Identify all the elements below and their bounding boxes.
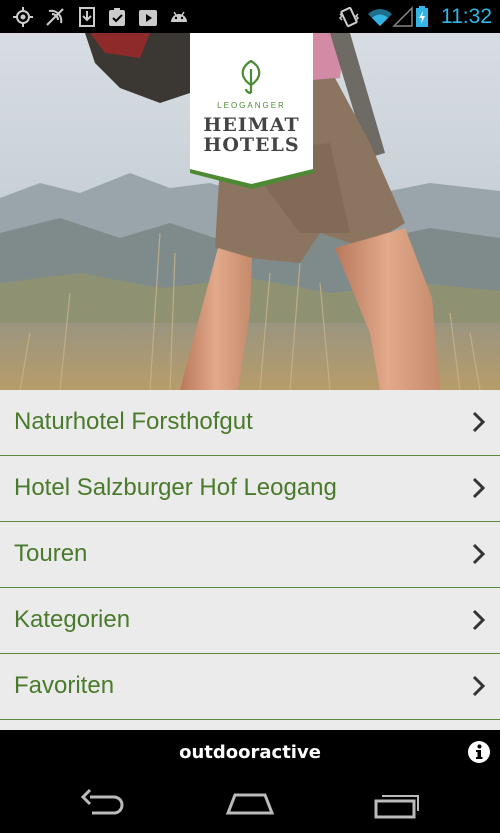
hero-image: LEOGANGER HEIMAT HOTELS <box>0 33 500 390</box>
outdooractive-brand: outdooractive <box>179 742 321 763</box>
recent-apps-icon[interactable] <box>372 787 422 821</box>
nfc-icon <box>46 8 64 26</box>
footer-bar: outdooractive <box>0 730 500 775</box>
home-icon[interactable] <box>225 787 275 821</box>
menu-item-label: Naturhotel Forsthofgut <box>14 408 253 435</box>
chevron-right-icon <box>472 543 486 565</box>
logo-badge: LEOGANGER HEIMAT HOTELS <box>190 33 313 191</box>
menu-list: Naturhotel Forsthofgut Hotel Salzburger … <box>0 390 500 730</box>
clock: 11:32 <box>441 5 492 28</box>
navigation-bar <box>0 775 500 833</box>
download-icon <box>79 7 95 27</box>
menu-item-label: Favoriten <box>14 672 115 699</box>
status-bar: 11:32 <box>0 0 500 33</box>
menu-item-kategorien[interactable]: Kategorien <box>0 588 500 654</box>
menu-item-hotel-salzburger-hof[interactable]: Hotel Salzburger Hof Leogang <box>0 456 500 522</box>
menu-item-naturhotel-forsthofgut[interactable]: Naturhotel Forsthofgut <box>0 390 500 456</box>
chevron-right-icon <box>472 609 486 631</box>
menu-item-label: Touren <box>14 540 88 567</box>
play-store-icon <box>139 10 157 26</box>
gps-icon <box>13 7 33 27</box>
chevron-right-icon <box>472 675 486 697</box>
logo-shield <box>190 33 313 189</box>
clipboard-check-icon <box>109 8 125 26</box>
android-icon <box>171 11 187 22</box>
back-icon[interactable] <box>78 787 128 821</box>
info-icon[interactable] <box>468 741 490 763</box>
logo-title-line2: HOTELS <box>203 134 300 156</box>
chevron-right-icon <box>472 477 486 499</box>
menu-item-favoriten[interactable]: Favoriten <box>0 654 500 720</box>
vibrate-icon <box>338 6 360 28</box>
wifi-icon <box>368 9 392 26</box>
signal-icon <box>392 6 413 27</box>
leaf-icon <box>241 59 261 95</box>
logo-title-line1: HEIMAT <box>203 114 300 136</box>
battery-charging-icon <box>416 6 428 27</box>
menu-item-label: Hotel Salzburger Hof Leogang <box>14 474 337 501</box>
menu-item-touren[interactable]: Touren <box>0 522 500 588</box>
menu-item-label: Kategorien <box>14 606 131 633</box>
chevron-right-icon <box>472 411 486 433</box>
logo-small-text: LEOGANGER <box>217 101 286 110</box>
